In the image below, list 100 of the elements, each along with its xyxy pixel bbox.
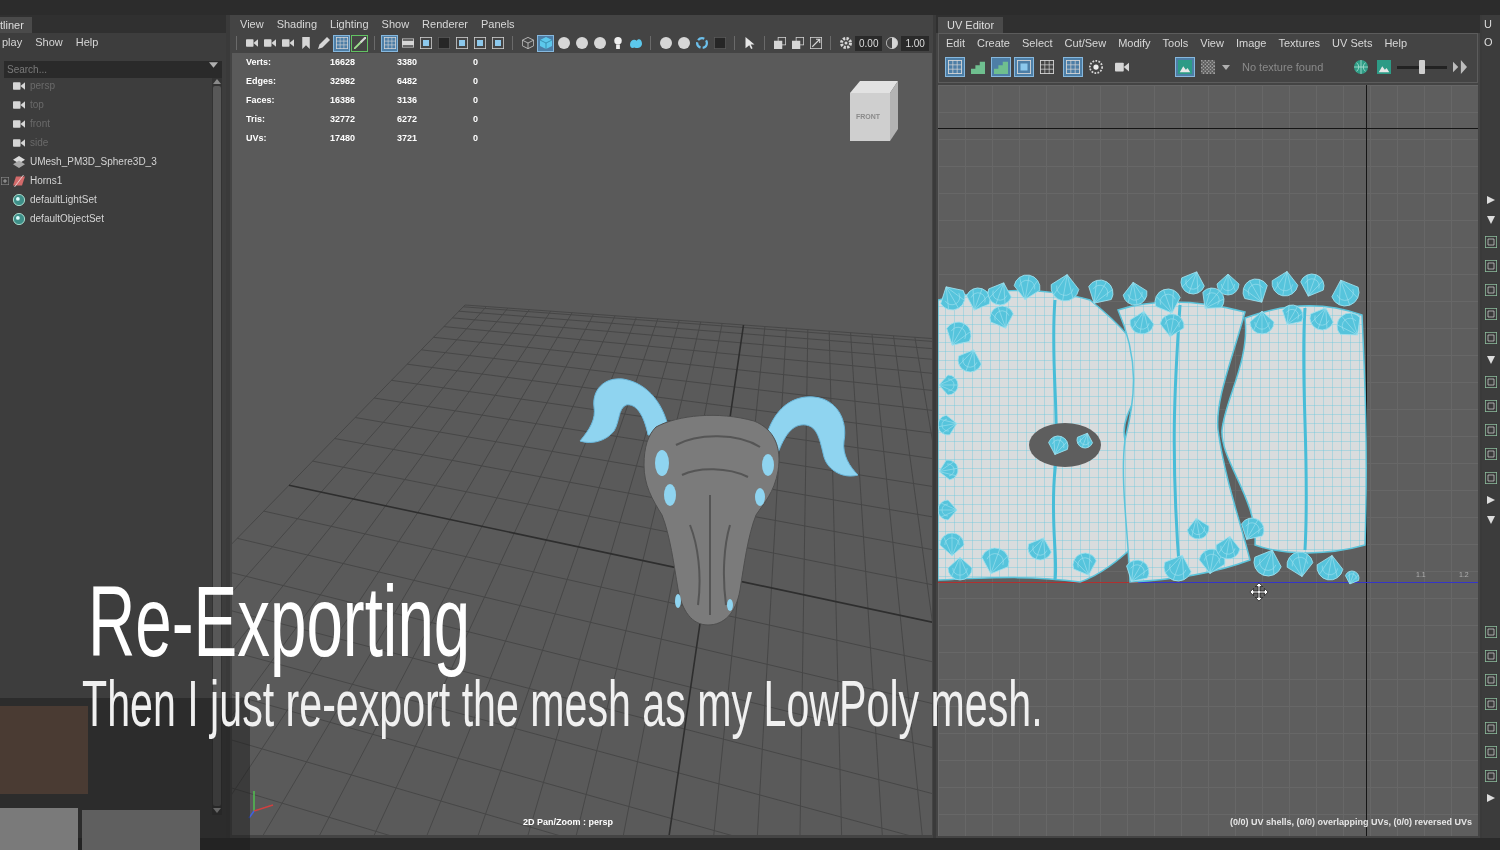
- menu-item[interactable]: Create: [976, 34, 1010, 52]
- window-icon: [773, 37, 786, 49]
- camera-icon: [12, 98, 26, 111]
- stat-label: Verts:: [246, 56, 271, 69]
- uv-status-label: (0/0) UV shells, (0/0) overlapping UVs, (0/0) reversed UVs: [1229, 815, 1472, 829]
- grid-button[interactable]: [333, 34, 350, 52]
- outliner-item[interactable]: Horns1: [0, 171, 63, 190]
- caret-down-icon: [1487, 516, 1495, 524]
- menu-item[interactable]: Help: [1384, 34, 1408, 52]
- image-button[interactable]: [1175, 57, 1195, 77]
- stat-label: Tris:: [246, 113, 265, 126]
- frame-button[interactable]: [1014, 57, 1034, 77]
- window-button[interactable]: [771, 34, 788, 52]
- checker-button[interactable]: [1198, 57, 1218, 77]
- caret-right-icon: [1487, 496, 1495, 504]
- sphere-button[interactable]: [555, 34, 572, 52]
- sphere-button[interactable]: [675, 34, 692, 52]
- value-field[interactable]: 1.00: [901, 35, 929, 51]
- stat-value: 16386: [329, 94, 355, 107]
- grid-icon: [383, 37, 396, 49]
- stat-value: 16628: [329, 56, 355, 69]
- grid-button[interactable]: [945, 57, 965, 77]
- gear-icon: [839, 37, 852, 49]
- stat-value: 17480: [329, 132, 355, 145]
- stat-value: 3136: [396, 94, 417, 107]
- panel-icon: [1485, 376, 1497, 388]
- stat-value: 0: [473, 94, 478, 107]
- menu-item[interactable]: play: [2, 33, 23, 51]
- pencil-button[interactable]: [315, 34, 332, 52]
- menu-item[interactable]: View: [1200, 34, 1224, 52]
- menu-item[interactable]: Tools: [1162, 34, 1189, 52]
- panel-tab[interactable]: U: [1482, 15, 1500, 33]
- stat-value: 0: [473, 75, 478, 88]
- texture-slider[interactable]: [1397, 60, 1448, 74]
- disc-icon: [12, 212, 26, 225]
- menu-item[interactable]: Cut/Sew: [1064, 34, 1107, 52]
- grid-button[interactable]: [381, 34, 398, 52]
- slider-thumb[interactable]: [1419, 60, 1426, 74]
- target-button[interactable]: [1086, 57, 1106, 77]
- caret-down-icon: [213, 808, 221, 813]
- menu-item[interactable]: Shading: [276, 15, 318, 33]
- grid-icon: [1066, 60, 1080, 74]
- menu-item[interactable]: Show: [381, 15, 410, 33]
- frame-button[interactable]: [417, 34, 434, 52]
- ring-button[interactable]: [693, 34, 710, 52]
- camera-icon: [12, 117, 26, 130]
- frame-button[interactable]: [471, 34, 488, 52]
- outliner-item[interactable]: defaultLightSet: [0, 190, 97, 209]
- grid-button[interactable]: [1037, 57, 1057, 77]
- menu-item[interactable]: Renderer: [422, 15, 468, 33]
- frame-button[interactable]: [489, 34, 506, 52]
- pencil-icon: [317, 37, 330, 49]
- menu-item[interactable]: O: [1482, 33, 1500, 51]
- panel-icon: [1485, 400, 1497, 412]
- menu-item[interactable]: Image: [1235, 34, 1267, 52]
- bars-icon: [971, 60, 985, 74]
- menu-item[interactable]: Select: [1022, 34, 1053, 52]
- dropdown-button[interactable]: [1221, 62, 1231, 72]
- menu-item[interactable]: Modify: [1118, 34, 1151, 52]
- cube-button[interactable]: [519, 34, 536, 52]
- panel-icon: [1485, 770, 1497, 782]
- menu-item[interactable]: Panels: [480, 15, 515, 33]
- frame-button[interactable]: [453, 34, 470, 52]
- menu-item[interactable]: Show: [35, 33, 63, 51]
- brush-button[interactable]: [351, 34, 368, 52]
- panel-tab[interactable]: UV Editor: [938, 17, 1004, 33]
- stat-value: 0: [473, 113, 478, 126]
- resize-button[interactable]: [807, 34, 824, 52]
- panel-tab[interactable]: tliner: [0, 17, 32, 33]
- menu-item[interactable]: Help: [75, 33, 99, 51]
- outliner-item[interactable]: UMesh_PM3D_Sphere3D_3: [0, 152, 157, 171]
- panel-icon: [1485, 698, 1497, 710]
- gear-button[interactable]: [837, 34, 854, 52]
- cube-button[interactable]: [537, 34, 554, 52]
- stat-label: Faces:: [246, 94, 275, 107]
- image-icon: [1178, 60, 1192, 74]
- menu-item[interactable]: Edit: [946, 34, 965, 52]
- caret-right-icon: [1487, 196, 1495, 204]
- mesh-icon: [12, 155, 26, 168]
- square-icon: [713, 37, 726, 49]
- sphere-icon: [593, 37, 606, 49]
- square-icon: [437, 37, 450, 49]
- value-field[interactable]: 0.00: [855, 35, 883, 51]
- sphere-button[interactable]: [573, 34, 590, 52]
- sphere-button[interactable]: [657, 34, 674, 52]
- search-field[interactable]: Search...: [4, 61, 222, 78]
- caret-down-icon: [209, 62, 218, 68]
- outliner-item[interactable]: defaultObjectSet: [0, 209, 104, 228]
- disc-icon: [12, 193, 26, 206]
- globe-icon: [1354, 60, 1369, 74]
- menu-item[interactable]: View: [240, 15, 264, 33]
- sphere-button[interactable]: [591, 34, 608, 52]
- menu-item[interactable]: Textures: [1278, 34, 1321, 52]
- half-circle-icon: [885, 37, 898, 49]
- frame-icon: [473, 37, 486, 49]
- window-button[interactable]: [789, 34, 806, 52]
- half-circle-button[interactable]: [883, 34, 901, 52]
- camera-icon: [263, 37, 276, 49]
- menu-item[interactable]: UV Sets: [1332, 34, 1373, 52]
- menu-item[interactable]: Lighting: [330, 15, 369, 33]
